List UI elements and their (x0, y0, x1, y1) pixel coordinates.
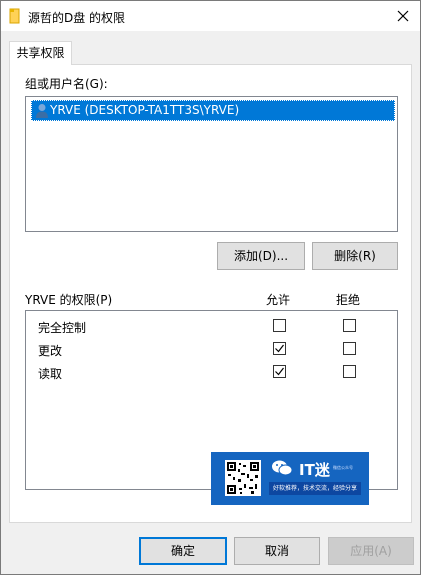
permission-name-full-control: 完全控制 (38, 321, 87, 335)
watermark-title: IT迷 (299, 461, 330, 479)
add-button[interactable]: 添加(D)... (217, 242, 305, 270)
user-name: YRVE (DESKTOP-TA1TT3S\YRVE) (50, 103, 240, 117)
title-bar: 源哲的D盘 的权限 (1, 1, 420, 31)
watermark-tagline: 好软推荐，技术交流，经验分享 (269, 482, 361, 495)
window-title: 源哲的D盘 的权限 (28, 11, 126, 25)
checkmark-icon (275, 367, 284, 376)
watermark-banner: IT迷 微信公众号 好软推荐，技术交流，经验分享 (211, 452, 369, 505)
ok-button[interactable]: 确定 (139, 537, 227, 565)
permissions-header: YRVE 的权限(P) (25, 293, 113, 307)
permission-name-read: 读取 (38, 367, 63, 381)
cancel-button[interactable]: 取消 (234, 537, 320, 565)
deny-read-checkbox[interactable] (343, 365, 356, 378)
close-icon[interactable] (394, 7, 412, 25)
deny-header: 拒绝 (336, 293, 361, 307)
allow-full-control-checkbox[interactable] (273, 319, 286, 332)
allow-change-checkbox[interactable] (273, 342, 286, 355)
allow-read-checkbox[interactable] (273, 365, 286, 378)
list-item-user[interactable]: YRVE (DESKTOP-TA1TT3S\YRVE) (31, 100, 395, 121)
wechat-icon (272, 460, 293, 476)
watermark-small-text: 微信公众号 (333, 465, 353, 470)
drive-folder-icon (9, 8, 20, 24)
permission-name-change: 更改 (38, 344, 63, 358)
checkmark-icon (275, 344, 284, 353)
remove-button[interactable]: 删除(R) (312, 242, 398, 270)
qr-code-icon (225, 460, 261, 496)
user-icon (36, 104, 48, 118)
allow-header: 允许 (266, 293, 291, 307)
tab-share-permissions[interactable]: 共享权限 (9, 41, 72, 65)
apply-button[interactable]: 应用(A) (328, 537, 414, 565)
deny-full-control-checkbox[interactable] (343, 319, 356, 332)
deny-change-checkbox[interactable] (343, 342, 356, 355)
permissions-dialog: 源哲的D盘 的权限 共享权限 组或用户名(G): YRVE (DESKTOP-T… (0, 0, 421, 575)
user-list[interactable]: YRVE (DESKTOP-TA1TT3S\YRVE) (25, 96, 398, 232)
group-or-user-label: 组或用户名(G): (25, 77, 108, 91)
